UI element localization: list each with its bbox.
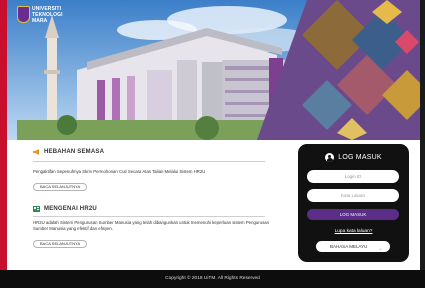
login-id-input[interactable]: [307, 170, 399, 183]
page: UNIVERSITI TEKNOLOGI MARA HEBAHAN SEMASA…: [0, 0, 425, 288]
forgot-password-link[interactable]: Lupa kata laluan?: [298, 229, 409, 234]
announcement-section: HEBAHAN SEMASA Pengaktifan Sepenuhnya Sk…: [33, 146, 269, 193]
uitm-logo-text: UNIVERSITI TEKNOLOGI MARA: [32, 6, 63, 24]
announcement-text: Pengaktifan Sepenuhnya Skrin Permohonan …: [33, 169, 206, 174]
right-accent-bar: [420, 0, 425, 270]
campus-banner-image: [7, 0, 420, 140]
user-circle-icon: [325, 153, 335, 162]
chevron-down-icon: ⌵: [378, 246, 382, 251]
login-title: LOG MASUK: [338, 154, 382, 161]
announcement-read-more-button[interactable]: BACA SELANJUTNYA: [33, 183, 88, 191]
login-panel: LOG MASUK LOG MASUK Lupa kata laluan? BA…: [298, 144, 409, 262]
about-read-more-button[interactable]: BACA SELANJUTNYA: [33, 240, 88, 248]
language-selected-value: BAHASA MELAYU: [330, 244, 368, 249]
language-select[interactable]: BAHASA MELAYU ⌵: [316, 241, 390, 252]
uitm-crest-icon: [17, 6, 30, 23]
uitm-logo: UNIVERSITI TEKNOLOGI MARA: [17, 4, 67, 38]
footer: Copyright © 2018 UiTM. All Rights Reserv…: [0, 270, 425, 288]
info-card-icon: [33, 206, 40, 212]
announcement-title: HEBAHAN SEMASA: [44, 149, 105, 155]
login-submit-button[interactable]: LOG MASUK: [307, 209, 399, 220]
about-section: MENGENAI HR2U HR2U adalah Sistem Penguru…: [33, 203, 269, 250]
about-text: HR2U adalah Sistem Pengurusan Sumber Man…: [33, 220, 269, 231]
left-accent-bar: [0, 0, 7, 270]
section-divider: [33, 216, 265, 217]
megaphone-icon: [33, 149, 39, 155]
password-input[interactable]: [307, 189, 399, 202]
section-divider: [33, 161, 265, 162]
login-header: LOG MASUK: [298, 153, 409, 162]
hero-banner: UNIVERSITI TEKNOLOGI MARA: [7, 0, 420, 140]
copyright-text: Copyright © 2018 UiTM. All Rights Reserv…: [165, 276, 260, 281]
main-content: HEBAHAN SEMASA Pengaktifan Sepenuhnya Sk…: [33, 146, 269, 250]
about-title: MENGENAI HR2U: [44, 206, 97, 212]
